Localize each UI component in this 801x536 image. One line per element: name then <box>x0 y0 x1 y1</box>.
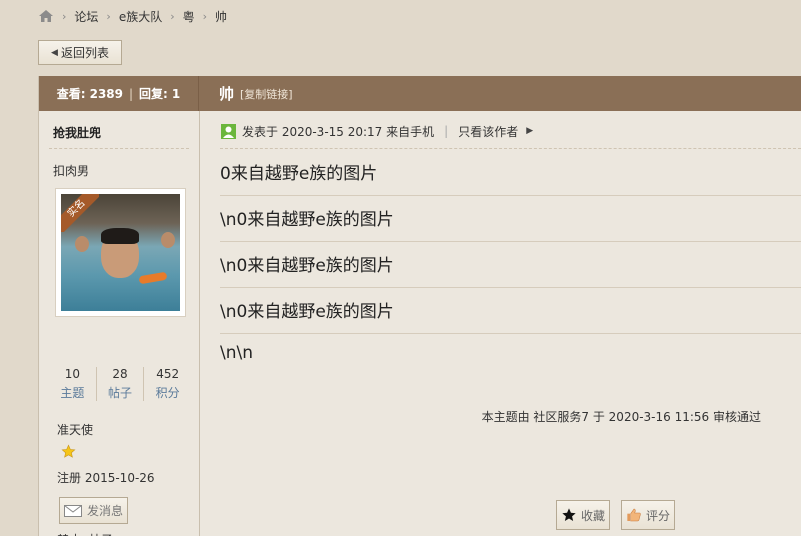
breadcrumb-forum[interactable]: 论坛 <box>74 8 98 25</box>
post-container: 查看: 2389 | 回复: 1 帅 [复制链接] 抢我肚兜 扣肉男 实名 10… <box>38 76 801 536</box>
stat-posts-num: 28 <box>112 367 128 381</box>
replies-label: 回复: <box>139 87 168 101</box>
stat-points[interactable]: 452 积分 <box>144 367 191 401</box>
breadcrumb-separator: › <box>106 9 111 23</box>
avatar[interactable]: 实名 <box>55 188 186 317</box>
author-name[interactable]: 抢我肚兜 <box>53 124 101 141</box>
post-line: \n0来自越野e族的图片 <box>220 256 394 276</box>
only-author-link[interactable]: 只看该作者 <box>458 123 518 140</box>
stat-posts[interactable]: 28 帖子 <box>97 367 145 401</box>
divider <box>220 287 801 288</box>
thread-title: 帅 <box>219 85 235 103</box>
back-to-list-button[interactable]: ◀ 返回列表 <box>38 40 122 65</box>
breadcrumb-separator: › <box>202 9 208 23</box>
avatar-bg-person <box>161 232 175 248</box>
divider <box>220 241 801 242</box>
arrow-left-icon: ◀ <box>51 47 58 58</box>
replies-count: 1 <box>171 86 181 101</box>
post-time: 发表于 2020-3-15 20:17 来自手机 <box>242 124 435 139</box>
post-line: 0来自越野e族的图片 <box>220 164 378 184</box>
breadcrumb-yue[interactable]: 粤 <box>183 8 195 25</box>
avatar-hair <box>101 228 139 244</box>
divider <box>220 195 801 196</box>
send-message-label: 发消息 <box>86 504 123 518</box>
moderation-links: 禁止 帖子 <box>57 531 117 536</box>
favorite-button[interactable]: 收藏 <box>556 500 610 530</box>
send-message-button[interactable]: 发消息 <box>59 497 128 524</box>
stat-points-label: 积分 <box>155 386 180 400</box>
breadcrumb-separator: › <box>170 9 175 23</box>
arrow-right-icon: ▶ <box>526 126 534 136</box>
star-icon <box>61 444 76 458</box>
avatar-float <box>138 271 168 285</box>
rate-label: 评分 <box>645 508 670 523</box>
meta-divider: | <box>444 124 449 138</box>
views-count: 2389 <box>89 86 123 101</box>
avatar-image: 实名 <box>61 194 180 311</box>
back-to-list-label: 返回列表 <box>60 46 109 60</box>
thread-stats-header: 查看: 2389 | 回复: 1 <box>39 76 199 111</box>
post-line: \n0来自越野e族的图片 <box>220 210 394 230</box>
views-label: 查看: <box>56 87 86 101</box>
register-date: 注册 2015-10-26 <box>57 471 155 485</box>
breadcrumb: › 论坛 › e族大队 › 粤 › 帅 <box>38 6 227 26</box>
divider <box>49 148 189 149</box>
breadcrumb-current: 帅 <box>215 9 228 24</box>
post-line: \n\n <box>220 343 254 363</box>
review-note: 本主题由 社区服务7 于 2020-3-16 11:56 审核通过 <box>481 410 761 424</box>
stat-posts-label: 帖子 <box>108 386 133 400</box>
author-sidebar: 抢我肚兜 扣肉男 实名 10 主题 28 帖子 452 积分 准天使 注册 20… <box>39 111 200 536</box>
post-content: 发表于 2020-3-15 20:17 来自手机 | 只看该作者 ▶ 0来自越野… <box>200 111 801 536</box>
envelope-icon <box>63 504 82 517</box>
divider <box>220 333 801 334</box>
verified-ribbon-label: 实名 <box>61 194 99 232</box>
copy-link[interactable]: [复制链接] <box>240 86 293 102</box>
post-meta: 发表于 2020-3-15 20:17 来自手机 | 只看该作者 ▶ <box>221 122 533 140</box>
favorite-label: 收藏 <box>580 508 605 523</box>
breadcrumb-ezu[interactable]: e族大队 <box>119 8 162 25</box>
stat-points-num: 452 <box>156 367 180 381</box>
stat-threads[interactable]: 10 主题 <box>49 367 97 401</box>
avatar-bg-person <box>75 236 89 252</box>
user-group: 扣肉男 <box>53 164 90 178</box>
stat-threads-num: 10 <box>64 367 80 381</box>
stats-divider: | <box>129 86 134 101</box>
rate-button[interactable]: 评分 <box>621 500 675 530</box>
author-stats: 10 主题 28 帖子 452 积分 <box>49 367 191 401</box>
thumbs-up-icon <box>627 508 641 522</box>
star-filled-icon <box>562 508 576 521</box>
post-line: \n0来自越野e族的图片 <box>220 302 394 322</box>
stat-threads-label: 主题 <box>60 386 85 400</box>
breadcrumb-separator: › <box>62 9 67 23</box>
user-icon <box>221 123 236 139</box>
thread-title-bar: 帅 [复制链接] <box>199 76 801 111</box>
verified-ribbon: 实名 <box>61 194 99 232</box>
divider <box>220 148 801 149</box>
user-rank: 准天使 <box>57 423 94 437</box>
home-icon[interactable] <box>38 9 54 23</box>
